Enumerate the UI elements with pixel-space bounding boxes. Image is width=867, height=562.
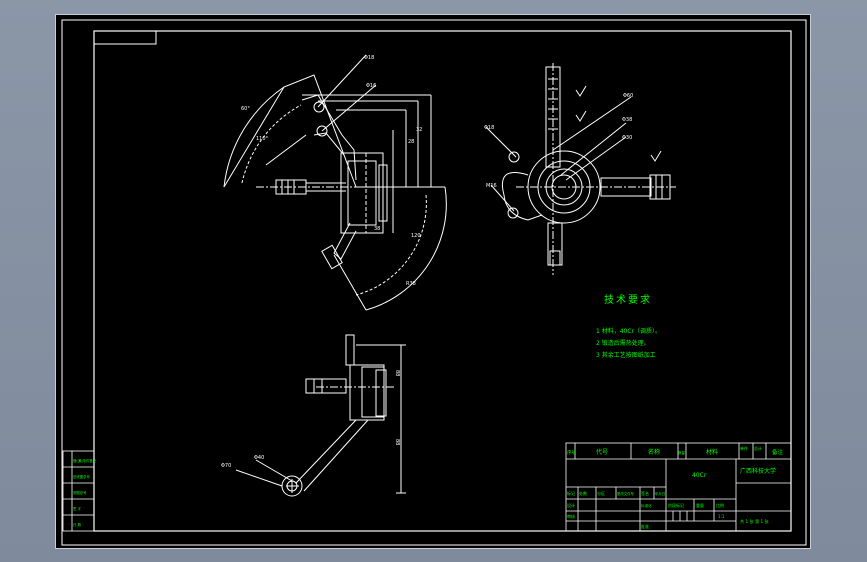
tb-weight: 重量 — [696, 502, 704, 508]
tb-design: 设计 — [567, 502, 575, 508]
tb-count: 处数 — [579, 490, 587, 496]
tb-header-name: 名称 — [648, 448, 660, 456]
dim-label: Φ16 — [366, 83, 376, 89]
dim-label: Φ38 — [622, 117, 632, 123]
side-row-label: 底图总号 — [73, 490, 87, 495]
dim-label: 120 — [411, 233, 421, 239]
side-row-label: 日 期 — [73, 522, 81, 527]
dim-label: 38 — [374, 226, 380, 232]
tb-header-material: 材料 — [706, 448, 718, 456]
tb-scale-value: 1:1 — [718, 514, 725, 519]
tb-material: 40Cr — [692, 472, 707, 479]
dim-label: 88 — [394, 439, 400, 445]
tb-zone: 分区 — [597, 490, 605, 496]
drawing-canvas[interactable]: Φ18 Φ16 28 32 120 38 110° R38 60° Φ60 Φ3… — [56, 15, 812, 550]
tb-sheet-info: 共 1 张 第 1 张 — [740, 518, 770, 525]
tb-header-code: 代号 — [596, 448, 608, 456]
bottom-view — [235, 334, 406, 497]
tb-change-doc: 更改文件号 — [617, 491, 635, 496]
tech-heading: 技术要求 — [604, 293, 652, 306]
tb-header-seq: 序号 — [567, 449, 576, 456]
dim-label: 32 — [416, 127, 422, 133]
dim-label: R38 — [406, 281, 416, 287]
title-block — [565, 442, 792, 532]
front-view-dims: Φ18 Φ16 28 32 120 38 110° R38 60° — [241, 55, 422, 287]
dim-label: 88 — [394, 370, 400, 376]
corner-code-box — [93, 30, 157, 45]
tech-requirements: 技术要求 1 材料，40Cr（调质）。 2 锻造后需热处理。 3 其余工艺按图纸… — [596, 293, 661, 359]
front-view — [223, 54, 447, 311]
side-row-label: 旧底图总号 — [73, 474, 91, 479]
tb-stage-mark: 阶段标记 — [668, 502, 684, 508]
tb-header-qty: 数量 — [678, 450, 686, 455]
tb-approve: 批准 — [641, 523, 649, 529]
dim-label: Φ18 — [484, 125, 494, 131]
dim-label: Φ30 — [622, 135, 632, 141]
side-view — [485, 63, 676, 275]
side-register-labels: 借(通)用件登记 旧底图总号 底图总号 签 字 日 期 — [73, 458, 97, 527]
tech-item-2: 2 锻造后需热处理。 — [596, 339, 650, 347]
tb-standardize: 标准化 — [641, 503, 652, 508]
drawing-sheet[interactable]: Φ18 Φ16 28 32 120 38 110° R38 60° Φ60 Φ3… — [55, 14, 811, 549]
tech-item-1: 1 材料，40Cr（调质）。 — [596, 327, 661, 335]
dim-label: 110° — [256, 136, 269, 142]
cad-viewport[interactable]: Φ18 Φ16 28 32 120 38 110° R38 60° Φ60 Φ3… — [0, 0, 867, 562]
dim-label: 28 — [408, 139, 414, 145]
tb-sign: 签名 — [641, 490, 649, 496]
tb-review: 审核 — [567, 513, 575, 519]
tb-scale: 比例 — [716, 502, 724, 508]
dim-label: 60° — [241, 106, 250, 112]
tb-header-total: 总计 — [754, 445, 762, 451]
dim-label: Φ18 — [364, 55, 374, 61]
inner-frame — [93, 30, 792, 532]
tb-mark: 标记 — [567, 490, 575, 496]
side-row-label: 借(通)用件登记 — [73, 458, 97, 463]
tb-header-unit: 单件 — [740, 445, 748, 451]
tb-school: 广西科技大学 — [740, 467, 776, 475]
outer-frame — [61, 19, 807, 546]
tb-header-remark: 备注 — [772, 448, 784, 456]
dim-label: M16 — [486, 183, 497, 189]
dim-label: Φ70 — [221, 463, 231, 469]
dim-label: Φ40 — [254, 455, 264, 461]
side-row-label: 签 字 — [73, 506, 81, 511]
tech-item-3: 3 其余工艺按图纸加工 — [596, 351, 656, 359]
dim-label: Φ60 — [623, 93, 633, 99]
tb-date: 年月日 — [655, 491, 665, 496]
